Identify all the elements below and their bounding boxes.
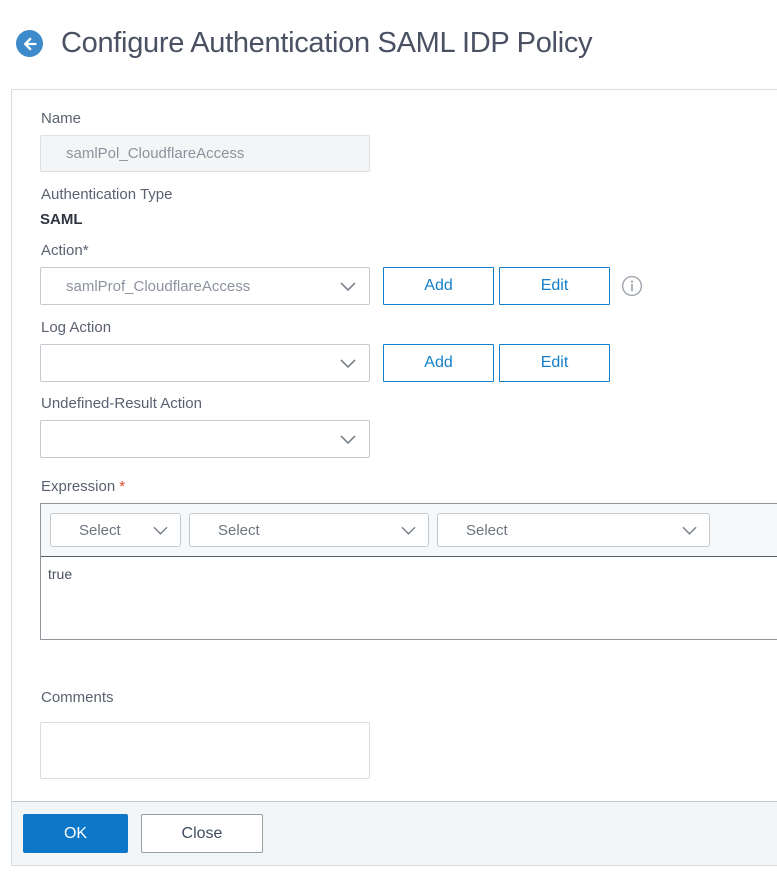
log-action-label: Log Action — [41, 319, 112, 336]
undefined-result-action-label: Undefined-Result Action — [41, 395, 202, 412]
chevron-down-icon — [340, 358, 356, 368]
config-form: Name Authentication Type SAML Action* sa… — [12, 90, 777, 784]
expression-input[interactable]: true — [41, 557, 777, 639]
action-add-button[interactable]: Add — [383, 267, 494, 305]
authentication-type-label: Authentication Type — [41, 186, 173, 203]
action-select[interactable]: samlProf_CloudflareAccess — [40, 267, 370, 305]
chevron-down-icon — [153, 526, 168, 535]
action-row: samlProf_CloudflareAccess Add Edit — [40, 267, 777, 305]
chevron-down-icon — [340, 281, 356, 291]
chevron-down-icon — [682, 526, 697, 535]
action-label: Action* — [41, 242, 89, 259]
log-action-edit-button[interactable]: Edit — [499, 344, 610, 382]
arrow-left-icon — [22, 37, 38, 51]
expression-operator-select-1[interactable]: Select — [50, 513, 181, 547]
expression-operator-select-2[interactable]: Select — [189, 513, 429, 547]
authentication-type-value: SAML — [40, 211, 83, 228]
log-action-row: Add Edit — [40, 344, 777, 382]
page-header: Configure Authentication SAML IDP Policy — [0, 0, 777, 60]
action-select-value: samlProf_CloudflareAccess — [66, 277, 251, 295]
chevron-down-icon — [401, 526, 416, 535]
config-panel: Name Authentication Type SAML Action* sa… — [11, 89, 777, 866]
required-asterisk: * — [119, 478, 126, 495]
undefined-result-action-select[interactable] — [40, 420, 370, 458]
ok-button[interactable]: OK — [23, 814, 128, 853]
expression-label: Expression * — [41, 478, 126, 495]
expression-toolbar: Select Select Select — [41, 504, 777, 557]
name-label: Name — [41, 110, 82, 127]
back-button[interactable] — [16, 30, 43, 57]
close-button[interactable]: Close — [141, 814, 263, 853]
name-input — [40, 135, 370, 172]
chevron-down-icon — [340, 434, 356, 444]
page-title: Configure Authentication SAML IDP Policy — [61, 27, 593, 59]
log-action-select[interactable] — [40, 344, 370, 382]
info-icon[interactable] — [621, 275, 643, 297]
action-edit-button[interactable]: Edit — [499, 267, 610, 305]
log-action-add-button[interactable]: Add — [383, 344, 494, 382]
comments-input[interactable] — [40, 722, 370, 779]
comments-label: Comments — [41, 689, 114, 706]
expression-editor: Select Select Select true — [40, 503, 777, 640]
footer-bar: OK Close — [12, 801, 777, 865]
expression-operator-select-3[interactable]: Select — [437, 513, 710, 547]
